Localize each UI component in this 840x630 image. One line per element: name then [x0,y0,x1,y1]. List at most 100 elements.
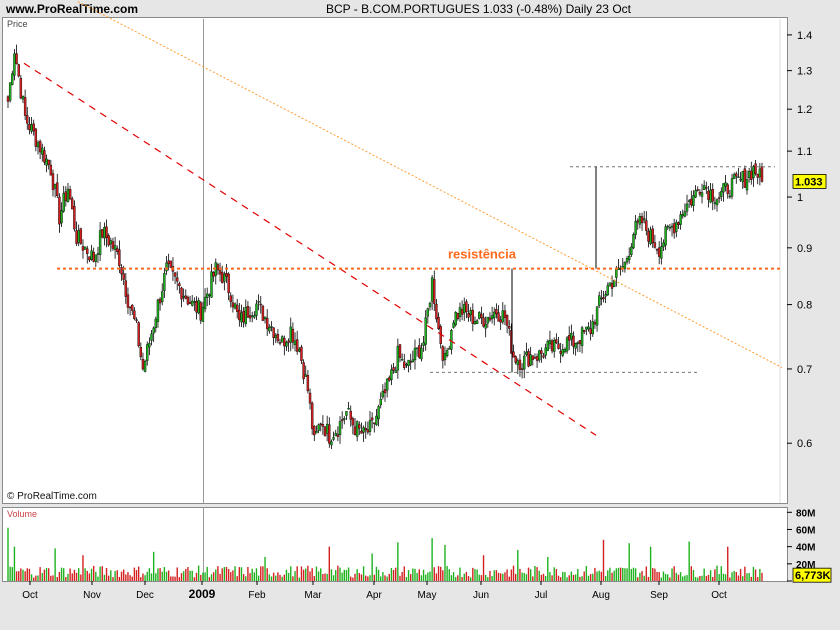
volume-bar [401,572,403,581]
candle-body [353,426,357,435]
volume-bar [71,573,73,581]
candle-body [709,189,712,203]
volume-bar [613,570,615,581]
volume-bar [480,575,483,581]
volume-bar [290,566,292,581]
candle-body [690,198,693,206]
candle-body [186,296,190,305]
volume-bar [182,571,185,581]
candle [608,282,612,287]
volume-bar [287,572,290,581]
candle [670,222,674,237]
volume-bar [454,577,457,581]
candle-body [238,309,241,321]
volume-bar [382,572,384,581]
candle [420,343,423,362]
candle [750,161,753,185]
candle-body [270,326,273,328]
candle-body [685,203,689,212]
candle [73,200,76,232]
candle [574,342,577,356]
candle [555,333,558,344]
candle [208,293,211,306]
candle [668,223,672,232]
volume-bar [435,573,438,581]
volume-bar [281,576,283,581]
candle-body [86,248,89,255]
volume-bar [607,570,609,581]
volume-bar [234,566,236,581]
candle [743,165,747,188]
candle [263,316,267,324]
candle-body [501,310,505,323]
volume-bar [624,568,626,581]
candle-body [11,73,14,85]
candle [43,146,46,166]
volume-bar [450,575,453,581]
candle [347,401,350,410]
candle [184,289,187,300]
candle-body [268,327,271,332]
volume-bar [92,565,95,581]
volume-bar [684,575,686,581]
price-y-tick-label: 1.2 [797,104,812,116]
candle-body [368,420,372,432]
candle [424,310,427,351]
candle-body [403,361,406,368]
volume-bar [294,571,296,581]
volume-bar [135,570,138,581]
candle-body [726,184,729,195]
volume-bar [433,567,435,581]
candle [176,271,179,291]
volume-bar [268,574,271,581]
volume-bar [407,570,410,581]
candle [715,198,719,212]
volume-bar [476,569,478,581]
candle [383,382,387,402]
volume-bar [694,576,697,581]
price-volume-chart[interactable]: 0.6 0.7 0.8 0.9 1 1.1 1.2 1.3 1.4 resistência 1.03… [0,0,840,630]
candle-body [454,312,457,326]
candle [664,224,667,251]
x-axis-month-label: Aug [592,590,610,601]
candle [240,304,243,327]
volume-bar [292,576,294,581]
candle [503,304,507,326]
candle-body [225,273,228,277]
candle [619,265,622,276]
candle [146,341,149,366]
candle [225,264,228,284]
candle [527,348,530,368]
volume-bar [245,576,247,581]
candle-body [201,307,205,322]
volume-bar [159,568,161,581]
candle-body [559,351,562,354]
candle-body [23,97,27,116]
candle-body [758,168,762,178]
candle-body [460,309,464,315]
candle-body [760,166,764,182]
volume-bar [529,569,532,581]
candle [550,338,554,354]
volume-bar [562,571,564,581]
candle-body [180,287,183,300]
candle [235,298,239,319]
candle [19,75,23,100]
candle [186,295,190,306]
candle [64,186,68,207]
volume-bar [754,569,757,581]
candle-body [62,193,65,212]
volume-bar [146,571,148,581]
volume-bar [45,568,48,581]
volume-bar [461,577,463,581]
candle-body [364,428,367,431]
volume-bar [444,544,446,581]
candle-body [240,312,243,323]
candle-body [493,311,496,319]
candle [120,264,123,281]
volume-bar [495,570,498,581]
candle [523,350,526,379]
volume-bar [718,574,720,581]
volume-bar [272,572,275,581]
volume-bar [489,570,491,581]
